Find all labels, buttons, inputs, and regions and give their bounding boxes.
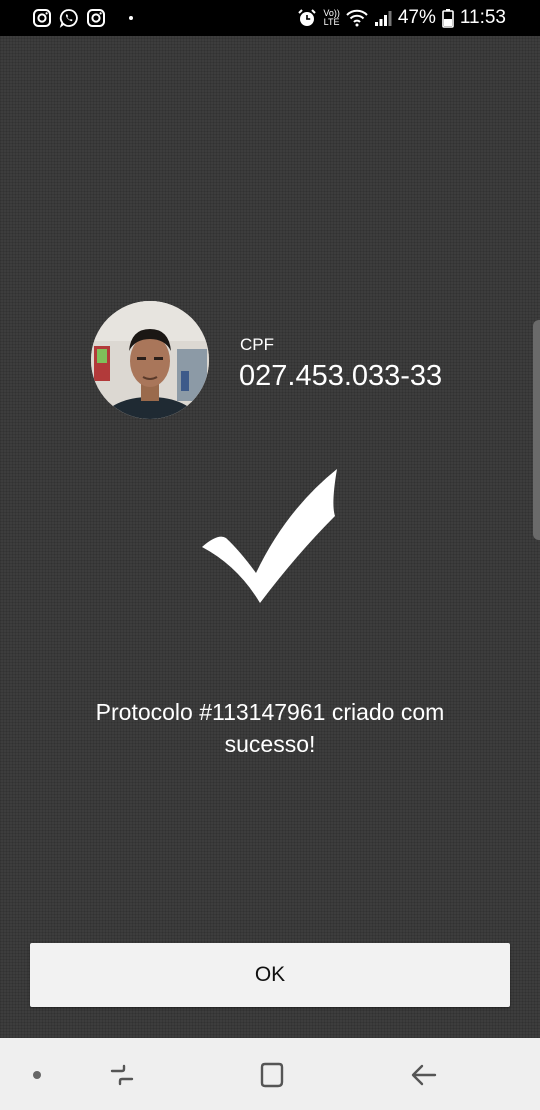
instagram-icon <box>32 8 52 28</box>
volte-bottom: LTE <box>323 17 340 27</box>
home-icon[interactable] <box>257 1060 287 1090</box>
notification-dot-icon <box>129 16 133 20</box>
signal-icon <box>374 9 392 27</box>
status-left <box>32 8 133 28</box>
alarm-icon <box>297 8 317 28</box>
dot-icon[interactable] <box>22 1060 52 1090</box>
ok-button[interactable]: OK <box>30 943 510 1007</box>
clock: 11:53 <box>459 7 506 28</box>
cpf-value: 027.453.033-33 <box>239 360 443 392</box>
avatar <box>91 301 209 419</box>
wifi-icon <box>346 9 368 27</box>
cpf-label: CPF <box>240 335 274 354</box>
instagram-icon <box>86 8 106 28</box>
battery-icon <box>442 8 454 28</box>
status-right: Vo)) LTE 47% 11:53 <box>291 7 506 29</box>
checkmark-icon <box>200 466 340 606</box>
main-content: CPF 027.453.033-33 Protocolo #113147961 … <box>0 36 540 1038</box>
back-icon[interactable] <box>409 1060 439 1090</box>
status-bar: Vo)) LTE 47% 11:53 <box>0 0 540 36</box>
whatsapp-icon <box>59 8 79 28</box>
edge-panel-handle[interactable] <box>533 320 540 540</box>
battery-percent: 47% <box>397 7 436 28</box>
recent-apps-icon[interactable] <box>107 1060 137 1090</box>
success-message: Protocolo #113147961 criado com sucesso! <box>95 699 445 757</box>
navigation-bar <box>0 1038 540 1110</box>
volte-indicator: Vo)) LTE <box>323 9 340 27</box>
